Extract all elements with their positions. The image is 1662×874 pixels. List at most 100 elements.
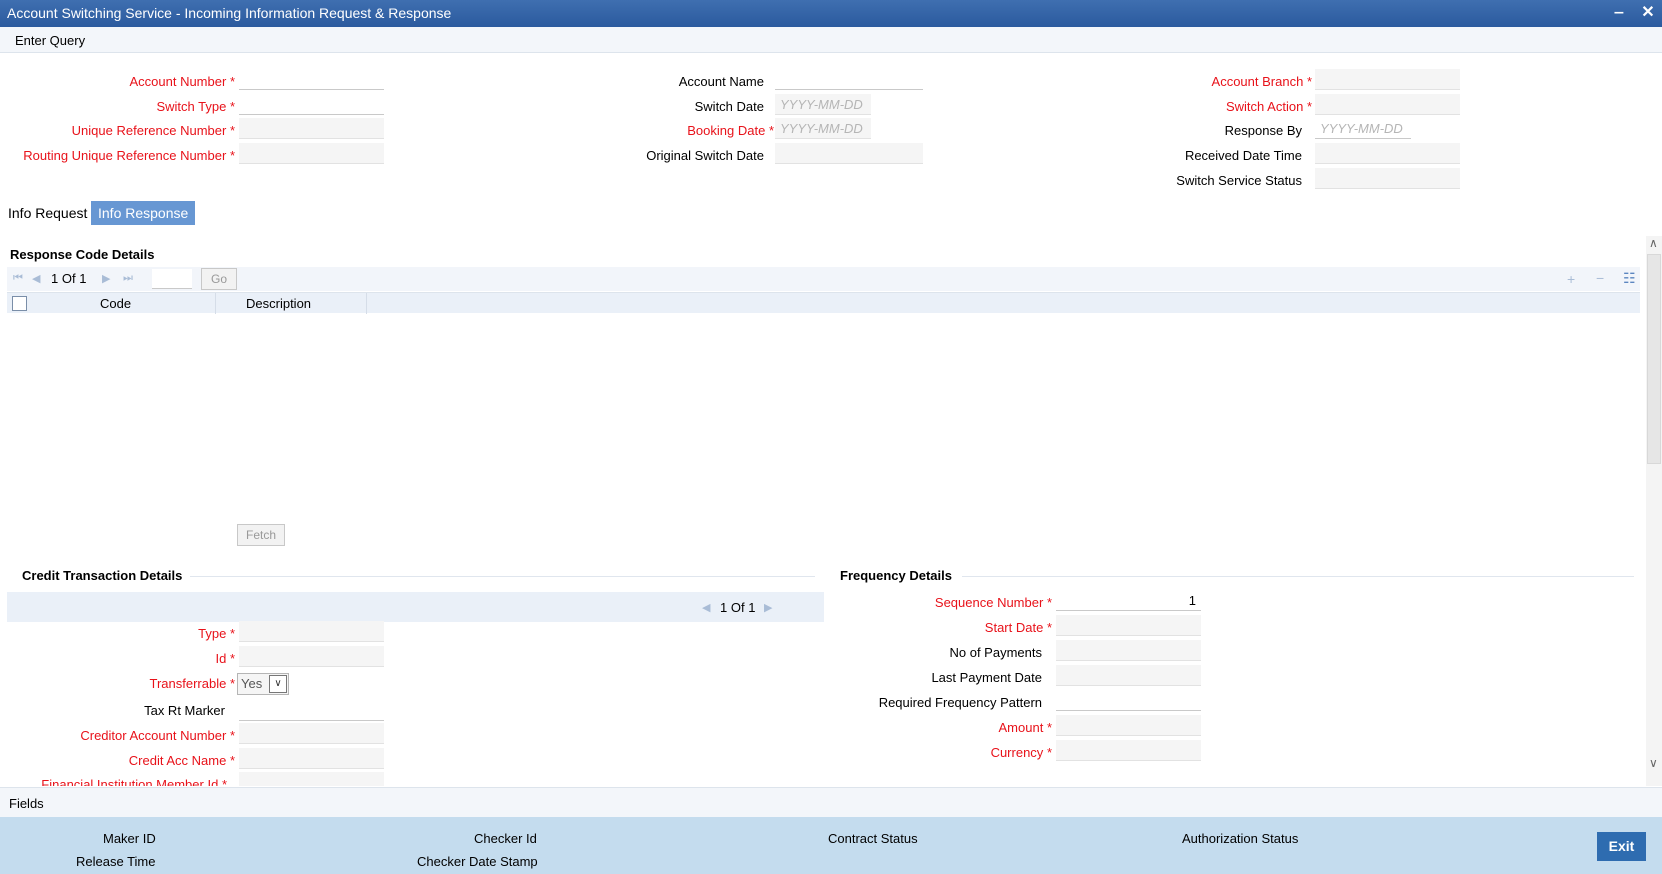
switch-service-status-field[interactable]: [1315, 168, 1460, 189]
no-of-payments-label: No of Payments: [949, 645, 1043, 660]
credit-transaction-divider: [190, 576, 815, 577]
account-number-label: Account Number *: [129, 74, 235, 89]
enter-query-menu-item[interactable]: Enter Query: [15, 33, 85, 48]
contract-status-label: Contract Status: [828, 831, 918, 846]
credit-transaction-details-title: Credit Transaction Details: [22, 568, 183, 583]
select-all-checkbox[interactable]: [12, 296, 27, 311]
tax-rt-marker-field[interactable]: [239, 700, 384, 721]
checker-date-stamp-label: Checker Date Stamp: [417, 854, 538, 869]
window-title: Account Switching Service - Incoming Inf…: [7, 5, 452, 21]
routing-unique-reference-number-label: Routing Unique Reference Number *: [23, 148, 235, 163]
minus-icon[interactable]: −: [1596, 270, 1604, 286]
currency-label: Currency *: [990, 745, 1052, 760]
account-number-field[interactable]: [239, 69, 384, 90]
tax-rt-marker-label: Tax Rt Marker: [144, 703, 225, 718]
financial-institution-member-id-field[interactable]: [239, 772, 384, 786]
response-code-toolbar: ⏮ ◀ 1 Of 1 ▶ ⏭ Go + − ☷: [7, 267, 1640, 291]
financial-institution-member-id-label: Financial Institution Member Id *: [41, 777, 227, 786]
switch-type-field[interactable]: [239, 94, 384, 115]
account-name-field[interactable]: [775, 69, 923, 90]
credit-transaction-pager: ◀ 1 Of 1 ▶: [7, 592, 824, 622]
unique-reference-number-label: Unique Reference Number *: [71, 123, 235, 138]
previous-page-icon[interactable]: ◀: [32, 272, 40, 285]
exit-button[interactable]: Exit: [1597, 832, 1646, 861]
transferrable-label: Transferrable *: [149, 676, 235, 691]
received-date-time-label: Received Date Time: [1184, 148, 1302, 163]
start-date-field[interactable]: [1056, 615, 1201, 636]
start-date-label: Start Date *: [984, 620, 1052, 635]
audit-footer: Maker ID Release Time Checker Id Checker…: [0, 817, 1662, 874]
tab-info-request[interactable]: Info Request: [1, 201, 94, 225]
next-record-icon[interactable]: ▶: [764, 601, 772, 614]
creditor-account-number-label: Creditor Account Number *: [80, 728, 235, 743]
scroll-up-icon[interactable]: ∧: [1649, 236, 1658, 250]
type-label: Type *: [198, 626, 235, 641]
last-payment-date-label: Last Payment Date: [931, 670, 1042, 685]
original-switch-date-label: Original Switch Date: [646, 148, 764, 163]
response-by-field[interactable]: [1315, 118, 1411, 139]
last-page-icon[interactable]: ⏭: [123, 272, 133, 285]
id-field[interactable]: [239, 646, 384, 667]
last-payment-date-field[interactable]: [1056, 665, 1201, 686]
creditor-account-number-field[interactable]: [239, 723, 384, 744]
page-number-input[interactable]: [152, 269, 192, 289]
switch-service-status-label: Switch Service Status: [1176, 173, 1302, 188]
response-code-grid-header: Code Description: [7, 292, 1640, 314]
response-by-label: Response By: [1224, 123, 1302, 138]
transferrable-select[interactable]: Yes ∨: [237, 673, 289, 695]
account-branch-field[interactable]: [1315, 69, 1460, 90]
go-button[interactable]: Go: [201, 268, 237, 290]
record-indicator: 1 Of 1: [720, 600, 756, 615]
minimize-icon[interactable]: ‒: [1609, 3, 1629, 23]
tab-info-response[interactable]: Info Response: [91, 201, 196, 225]
original-switch-date-field[interactable]: [775, 143, 923, 164]
switch-date-label: Switch Date: [694, 99, 764, 114]
fetch-button[interactable]: Fetch: [237, 524, 285, 546]
switch-date-field[interactable]: [775, 94, 871, 115]
credit-acc-name-label: Credit Acc Name *: [128, 753, 235, 768]
transferrable-selected-value: Yes: [241, 676, 263, 691]
booking-date-field[interactable]: [775, 118, 871, 139]
sequence-number-label: Sequence Number *: [934, 595, 1052, 610]
response-code-details-title: Response Code Details: [10, 247, 155, 262]
type-field[interactable]: [239, 621, 384, 642]
fields-link[interactable]: Fields: [9, 796, 44, 811]
description-column-header[interactable]: Description: [246, 296, 311, 311]
id-label: Id *: [215, 651, 235, 666]
scrollbar-thumb[interactable]: [1647, 254, 1661, 464]
amount-label: Amount *: [998, 720, 1053, 735]
frequency-details-title: Frequency Details: [840, 568, 952, 583]
next-page-icon[interactable]: ▶: [102, 272, 110, 285]
switch-action-field[interactable]: [1315, 94, 1460, 115]
scroll-down-icon[interactable]: ∨: [1649, 756, 1658, 770]
checker-id-label: Checker Id: [474, 831, 537, 846]
maker-id-label: Maker ID: [103, 831, 156, 846]
currency-field[interactable]: [1056, 740, 1201, 761]
amount-field[interactable]: [1056, 715, 1201, 736]
booking-date-label: Booking Date *: [687, 123, 774, 138]
fields-bar: Fields: [0, 787, 1662, 817]
required-frequency-pattern-label: Required Frequency Pattern: [878, 695, 1042, 710]
page-indicator: 1 Of 1: [51, 271, 87, 286]
code-column-header[interactable]: Code: [100, 296, 131, 311]
window-titlebar: Account Switching Service - Incoming Inf…: [0, 0, 1662, 27]
chevron-down-icon[interactable]: ∨: [269, 675, 287, 693]
first-page-icon[interactable]: ⏮: [13, 272, 23, 285]
list-icon[interactable]: ☷: [1623, 270, 1636, 287]
frequency-divider: [962, 576, 1634, 577]
no-of-payments-field[interactable]: [1056, 640, 1201, 661]
plus-icon[interactable]: +: [1567, 271, 1575, 287]
routing-unique-reference-number-field[interactable]: [239, 143, 384, 164]
close-icon[interactable]: ✕: [1638, 3, 1658, 23]
required-frequency-pattern-field[interactable]: [1056, 690, 1201, 711]
account-branch-label: Account Branch *: [1211, 74, 1312, 89]
vertical-scrollbar[interactable]: ∧ ∨: [1646, 236, 1662, 786]
release-time-label: Release Time: [76, 854, 156, 869]
unique-reference-number-field[interactable]: [239, 118, 384, 139]
received-date-time-field[interactable]: [1315, 143, 1460, 164]
previous-record-icon[interactable]: ◀: [702, 601, 710, 614]
menu-bar: Enter Query: [0, 27, 1662, 53]
credit-acc-name-field[interactable]: [239, 748, 384, 769]
sequence-number-field[interactable]: [1056, 590, 1201, 611]
switch-type-label: Switch Type *: [156, 99, 235, 114]
